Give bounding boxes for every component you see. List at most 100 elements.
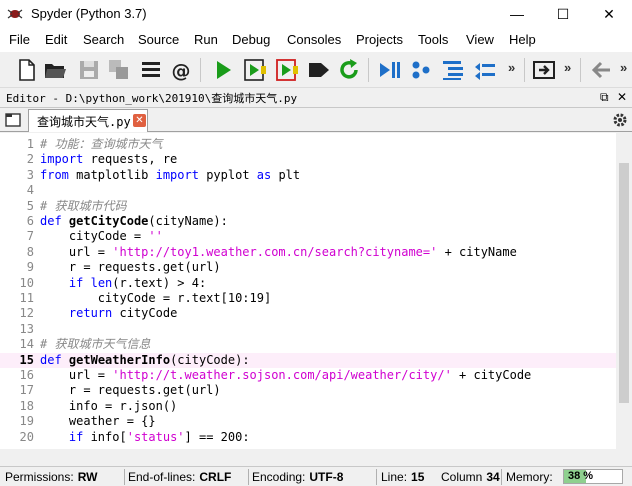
menu-view[interactable]: View [466, 32, 494, 47]
menu-debug[interactable]: Debug [232, 32, 270, 47]
run-icon[interactable] [210, 57, 236, 83]
toolbar-overflow-button-2[interactable]: » [564, 60, 571, 75]
line-number: 18 [19, 398, 34, 413]
toolbar-overflow-button[interactable]: » [508, 60, 515, 75]
tab-file[interactable]: 查询城市天气.py ✕ [28, 109, 148, 132]
new-file-icon[interactable] [14, 57, 40, 83]
permissions-label: Permissions: [5, 470, 74, 484]
line-number: 17 [19, 383, 34, 398]
tab-file-label: 查询城市天气.py [37, 115, 131, 129]
code-line[interactable]: 6 def getCityCode(cityName): [0, 214, 616, 229]
code-text: return cityCode [68, 306, 178, 321]
code-text: if len(r.text) > 4: [68, 275, 207, 290]
line-number: 14 [19, 337, 34, 352]
spyder-logo-icon [7, 9, 23, 19]
code-line[interactable]: 9 r = requests.get(url) [0, 260, 616, 275]
run-cell-icon[interactable] [242, 57, 268, 83]
menu-search[interactable]: Search [83, 32, 124, 47]
indent-icon[interactable] [440, 57, 466, 83]
run-selection-icon[interactable] [306, 57, 332, 83]
line-number: 13 [19, 321, 34, 336]
code-line[interactable]: 8 url = 'http://toy1.weather.com.cn/sear… [0, 245, 616, 260]
code-text: r = requests.get(url) [40, 260, 221, 275]
line-number: 11 [19, 291, 34, 305]
close-window-button[interactable]: ✕ [586, 0, 632, 28]
status-bar: Permissions: RW End-of-lines: CRLF Encodin… [0, 466, 632, 486]
line-number: 15 [19, 352, 34, 367]
code-line[interactable]: 11 cityCode = r.text[10:19] [0, 291, 616, 306]
back-arrow-icon[interactable] [588, 57, 614, 83]
horizontal-scrollbar[interactable] [0, 449, 632, 465]
code-line[interactable]: 18 info = r.json() [0, 399, 616, 414]
code-line[interactable]: 15 def getWeatherInfo(cityCode): [0, 352, 616, 368]
undock-icon[interactable]: ⧉ [600, 90, 609, 105]
menu-source[interactable]: Source [138, 32, 179, 47]
save-icon[interactable] [76, 57, 102, 83]
code-line[interactable]: 19 weather = {} [0, 414, 616, 429]
code-text: def getWeatherInfo(cityCode): [40, 352, 250, 367]
menu-tools[interactable]: Tools [418, 32, 448, 47]
status-eol: End-of-lines: CRLF [128, 470, 231, 484]
step-debug-icon[interactable] [376, 57, 402, 83]
code-line[interactable]: 16 url = 'http://t.weather.sojson.com/ap… [0, 368, 616, 383]
minimize-button[interactable]: — [494, 0, 540, 28]
line-number: 10 [19, 275, 34, 290]
tab-close-icon[interactable]: ✕ [133, 114, 146, 127]
menu-file[interactable]: File [9, 32, 30, 47]
menu-projects[interactable]: Projects [356, 32, 403, 47]
browse-tabs-icon[interactable] [4, 111, 22, 129]
menu-help[interactable]: Help [509, 32, 536, 47]
open-folder-icon[interactable] [42, 57, 68, 83]
vertical-scrollbar[interactable] [616, 133, 632, 449]
run-cell-advance-icon[interactable] [274, 57, 300, 83]
code-text: # 获取城市天气信息 [40, 337, 151, 352]
debug-cells-icon[interactable] [408, 57, 434, 83]
code-line[interactable]: 4 [0, 183, 616, 198]
vertical-scroll-thumb[interactable] [619, 163, 629, 403]
menu-edit[interactable]: Edit [45, 32, 67, 47]
code-line[interactable]: 7 cityCode = '' [0, 229, 616, 244]
line-number: 12 [19, 306, 34, 321]
code-text: weather = {} [40, 414, 156, 429]
code-text: cityCode = r.text[10:19] [40, 291, 272, 305]
code-line[interactable]: 1 # 功能：查询城市天气 [0, 137, 616, 152]
line-number: 19 [19, 414, 34, 429]
maximize-pane-icon[interactable] [531, 57, 557, 83]
encoding-value: UTF-8 [309, 470, 344, 484]
code-line[interactable]: 5 # 获取城市代码 [0, 199, 616, 214]
encoding-label: Encoding: [252, 470, 306, 484]
column-value: 34 [486, 470, 500, 484]
editor-path: Editor - D:\python_work\201910\查询城市天气.py [6, 92, 298, 105]
status-memory: Memory: [506, 470, 553, 484]
editor-tab-bar: 查询城市天气.py ✕ [0, 108, 632, 132]
status-separator [124, 469, 125, 485]
code-line[interactable]: 3 from matplotlib import pyplot as plt [0, 168, 616, 183]
gear-icon[interactable] [612, 112, 628, 128]
code-text: from matplotlib import pyplot as plt [40, 167, 301, 182]
at-icon[interactable]: @ [168, 57, 194, 83]
code-line[interactable]: 17 r = requests.get(url) [0, 383, 616, 398]
code-line[interactable]: 2 import requests, re [0, 152, 616, 167]
outdent-icon[interactable] [472, 57, 498, 83]
code-line[interactable]: 14 # 获取城市天气信息 [0, 337, 616, 352]
eol-label: End-of-lines: [128, 470, 196, 484]
memory-usage-value: 38 % [568, 470, 594, 482]
toolbar-overflow-button-3[interactable]: » [620, 60, 627, 75]
status-encoding: Encoding: UTF-8 [252, 470, 343, 484]
save-all-icon[interactable] [106, 57, 132, 83]
code-line[interactable]: 13 [0, 322, 616, 337]
line-value: 15 [411, 470, 425, 484]
menu-consoles[interactable]: Consoles [287, 32, 341, 47]
line-number: 3 [26, 167, 34, 182]
code-line[interactable]: 20 if info['status'] == 200: [0, 430, 616, 445]
status-separator [501, 469, 502, 485]
title-bar: Spyder (Python 3.7) — ☐ ✕ [0, 0, 632, 28]
close-pane-icon[interactable]: ✕ [617, 90, 627, 104]
menu-run[interactable]: Run [194, 32, 218, 47]
list-icon[interactable] [138, 57, 164, 83]
code-editor[interactable]: 1 # 功能：查询城市天气 2 import requests, re 3 from ma… [0, 133, 616, 449]
code-line[interactable]: 12 return cityCode [0, 306, 616, 321]
rerun-icon[interactable] [336, 57, 362, 83]
maximize-button[interactable]: ☐ [540, 0, 586, 28]
code-line[interactable]: 10 if len(r.text) > 4: [0, 276, 616, 291]
